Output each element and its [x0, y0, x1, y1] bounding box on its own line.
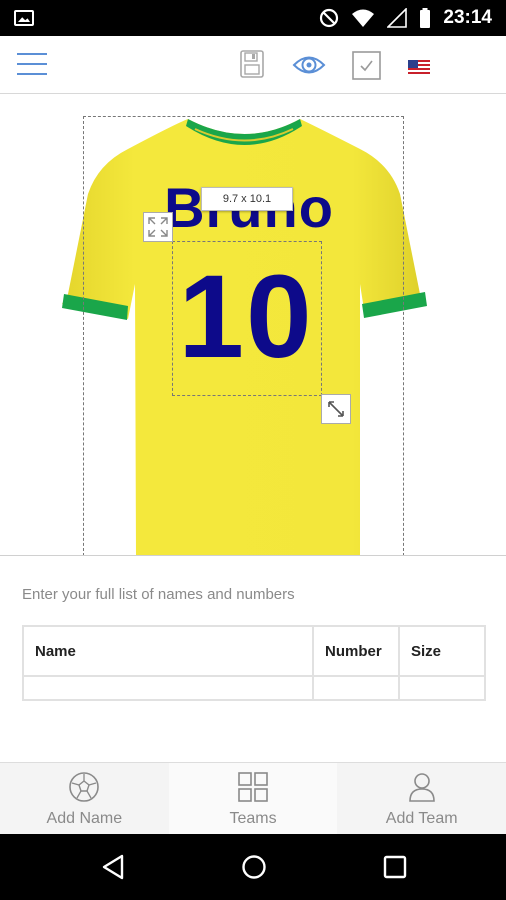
resize-handle[interactable]: [321, 394, 351, 424]
eye-icon[interactable]: [292, 54, 326, 76]
fullscreen-handle[interactable]: [143, 212, 173, 242]
name-cell[interactable]: [22, 675, 314, 701]
recents-icon[interactable]: [383, 855, 407, 879]
teams-button[interactable]: Teams: [168, 763, 338, 834]
add-name-button[interactable]: Add Name: [0, 763, 169, 834]
column-header-name: Name: [22, 625, 314, 677]
column-header-size: Size: [398, 625, 486, 677]
dimension-label: 9.7 x 10.1: [201, 187, 293, 211]
floppy-disk-icon[interactable]: [240, 50, 264, 78]
column-header-number: Number: [312, 625, 400, 677]
roster-instruction: Enter your full list of names and number…: [22, 586, 295, 603]
image-notification-icon: [14, 10, 34, 26]
teams-label: Teams: [229, 810, 277, 827]
add-team-label: Add Team: [385, 810, 458, 827]
signal-icon: [387, 8, 408, 28]
table-row[interactable]: [22, 675, 486, 701]
size-cell[interactable]: [398, 675, 486, 701]
design-canvas[interactable]: Bruno 9.7 x 10.1 10: [0, 94, 506, 556]
battery-icon: [420, 8, 431, 28]
back-icon[interactable]: [101, 854, 125, 880]
add-name-label: Add Name: [46, 810, 123, 827]
us-flag-icon[interactable]: [408, 60, 430, 75]
bottom-navigation: Add Name Teams Add Team: [0, 762, 506, 834]
player-number-text[interactable]: 10: [168, 252, 324, 382]
number-cell[interactable]: [312, 675, 400, 701]
roster-table: Name Number Size: [22, 625, 486, 701]
add-team-button[interactable]: Add Team: [337, 763, 506, 834]
status-indicators: 23:14: [319, 0, 492, 36]
top-toolbar: [0, 36, 506, 94]
wifi-icon: [352, 9, 375, 27]
status-bar: 23:14: [0, 0, 506, 36]
soccer-ball-icon: [69, 772, 100, 802]
resize-arrow-icon: [328, 401, 344, 417]
clock: 23:14: [443, 7, 492, 28]
grid-icon: [238, 772, 268, 802]
do-not-disturb-icon: [320, 8, 339, 28]
hamburger-menu-icon[interactable]: [17, 53, 47, 77]
expand-icon: [148, 217, 168, 237]
home-icon[interactable]: [241, 854, 267, 880]
system-navigation-bar: [0, 834, 506, 900]
person-icon: [408, 773, 435, 802]
checkbox-icon[interactable]: [352, 51, 381, 80]
